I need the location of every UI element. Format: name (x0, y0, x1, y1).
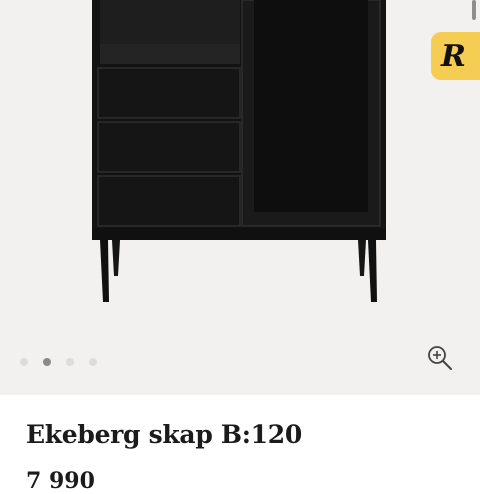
gallery-dot-4[interactable] (89, 358, 97, 366)
zoom-in-icon (428, 346, 452, 370)
app-badge[interactable]: R (431, 32, 480, 80)
gallery-dot-3[interactable] (66, 358, 74, 366)
scrollbar-thumb[interactable] (472, 0, 476, 20)
zoom-in-button[interactable] (426, 344, 454, 372)
gallery-pagination (20, 358, 97, 366)
gallery-dot-1[interactable] (20, 358, 28, 366)
product-image[interactable] (0, 0, 480, 395)
product-price: 7 990 (26, 468, 95, 494)
product-title: Ekeberg skap B:120 (26, 420, 302, 449)
app-badge-letter: R (441, 38, 466, 74)
product-image-gallery[interactable] (0, 0, 480, 395)
gallery-dot-2-active[interactable] (43, 358, 51, 366)
